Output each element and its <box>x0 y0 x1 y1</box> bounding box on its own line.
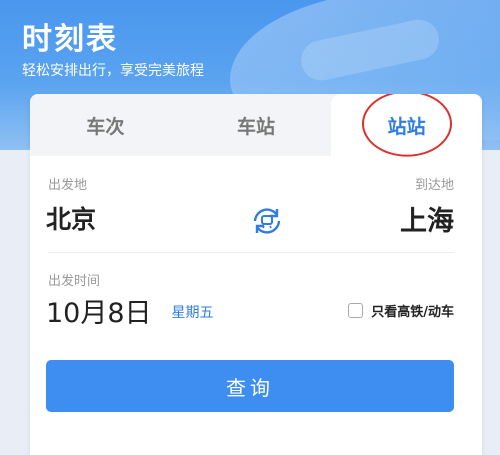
departure-date[interactable]: 10月8日 <box>46 291 152 330</box>
high-speed-label: 只看高铁/动车 <box>371 304 454 320</box>
weekday: 星期五 <box>171 305 214 321</box>
high-speed-checkbox[interactable] <box>348 302 364 318</box>
from-label: 出发地 <box>48 178 88 193</box>
high-speed-filter[interactable]: 只看高铁/动车 <box>348 301 454 320</box>
route-cities: 北京 上海 <box>46 198 454 238</box>
search-button[interactable]: 查询 <box>46 360 454 412</box>
route-labels: 出发地 到达地 <box>48 174 454 193</box>
tab-bar: 车次 车站 站站 <box>30 94 482 157</box>
from-city[interactable]: 北京 <box>46 200 96 236</box>
divider <box>48 252 454 253</box>
swap-icon[interactable] <box>250 204 284 238</box>
search-card: 车次 车站 站站 出发地 到达地 北京 上海 出发时间 10月8日 星期五 只看… <box>30 94 482 455</box>
date-label: 出发时间 <box>48 274 101 289</box>
to-label: 到达地 <box>414 178 454 193</box>
tab-label: 站站 <box>387 115 426 138</box>
to-city[interactable]: 上海 <box>400 199 454 238</box>
page-title: 时刻表 <box>22 22 118 57</box>
tab-label: 车次 <box>86 115 125 138</box>
page-subtitle: 轻松安排出行，享受完美旅程 <box>22 63 204 79</box>
tab-station-to-station[interactable]: 站站 <box>331 94 482 157</box>
tab-station[interactable]: 车站 <box>181 94 332 156</box>
tab-label: 车站 <box>237 115 276 138</box>
date-row: 10月8日 星期五 只看高铁/动车 <box>46 290 454 330</box>
tab-train-number[interactable]: 车次 <box>30 94 181 156</box>
